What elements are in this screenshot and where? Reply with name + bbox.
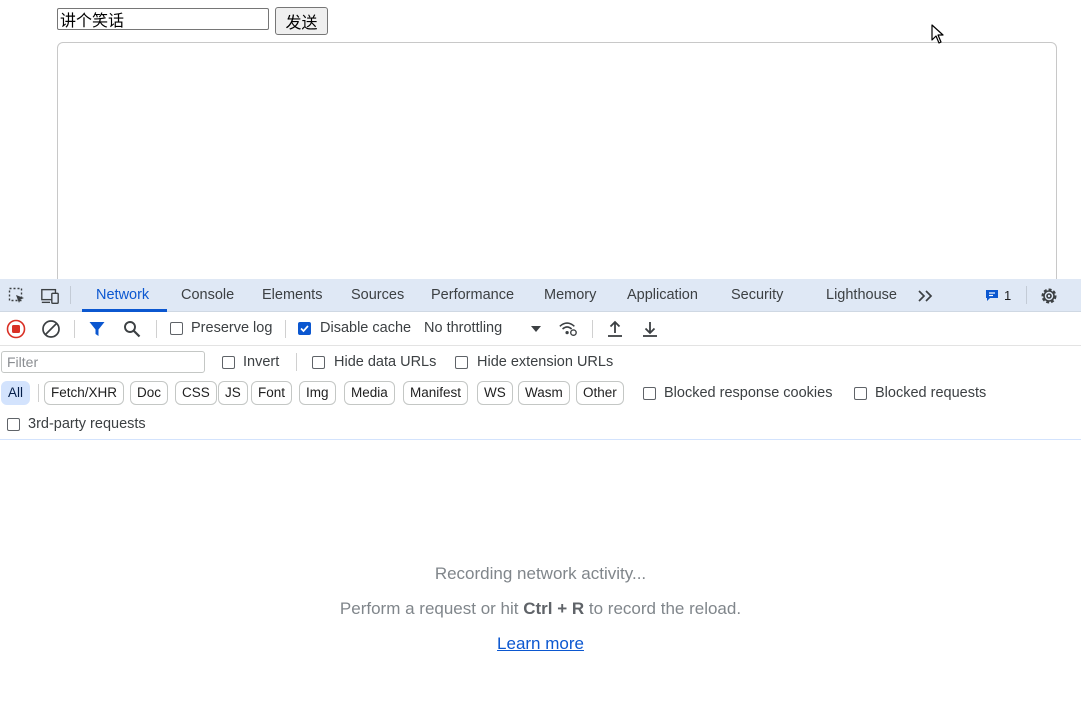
divider xyxy=(1026,286,1027,304)
type-filter-font[interactable]: Font xyxy=(251,381,293,405)
clear-icon[interactable] xyxy=(41,319,61,339)
device-toolbar-icon[interactable] xyxy=(40,286,60,306)
third-party-requests-checkbox[interactable] xyxy=(7,418,20,431)
issues-icon xyxy=(986,290,998,301)
stop-recording-icon[interactable] xyxy=(6,319,26,339)
network-conditions-icon[interactable] xyxy=(558,319,578,339)
disable-cache-checkbox[interactable] xyxy=(298,322,311,335)
tab-elements[interactable]: Elements xyxy=(262,279,322,312)
inspect-element-icon[interactable] xyxy=(7,286,27,306)
type-filter-fetch-xhr[interactable]: Fetch/XHR xyxy=(44,381,125,405)
search-icon[interactable] xyxy=(122,319,142,339)
recording-message: Recording network activity... xyxy=(434,564,647,583)
type-filter-doc[interactable]: Doc xyxy=(130,381,169,405)
tab-console[interactable]: Console xyxy=(181,279,234,312)
devtools-tab-bar: Network Console Elements Sources Perform… xyxy=(0,279,1081,312)
import-har-icon[interactable] xyxy=(605,319,625,339)
hide-extension-urls-checkbox[interactable] xyxy=(455,356,468,369)
send-button[interactable]: 发送 xyxy=(275,7,328,35)
divider xyxy=(38,384,39,402)
filter-icon[interactable] xyxy=(87,319,107,339)
tab-sources[interactable]: Sources xyxy=(351,279,404,312)
type-filter-other[interactable]: Other xyxy=(576,381,624,405)
divider xyxy=(74,320,75,338)
tab-security[interactable]: Security xyxy=(731,279,783,312)
hide-data-urls-checkbox[interactable] xyxy=(312,356,325,369)
response-output-box xyxy=(57,42,1057,279)
blocked-response-cookies-checkbox[interactable] xyxy=(643,387,656,400)
type-filter-ws[interactable]: WS xyxy=(477,381,513,405)
network-toolbar: Preserve log Disable cache No throttling xyxy=(0,312,1081,346)
invert-checkbox[interactable] xyxy=(222,356,235,369)
blocked-requests-checkbox[interactable] xyxy=(854,387,867,400)
reload-hint: Perform a request or hit Ctrl + R to rec… xyxy=(0,599,1081,619)
hide-data-urls-label: Hide data URLs xyxy=(334,354,437,370)
type-filter-css[interactable]: CSS xyxy=(175,381,217,405)
more-tabs-icon[interactable] xyxy=(916,286,936,306)
hide-extension-urls-label: Hide extension URLs xyxy=(477,354,614,370)
type-filter-manifest[interactable]: Manifest xyxy=(403,381,469,405)
mouse-cursor-icon xyxy=(931,24,944,44)
type-filter-js[interactable]: JS xyxy=(218,381,248,405)
message-input[interactable] xyxy=(57,8,269,30)
export-har-icon[interactable] xyxy=(640,319,660,339)
tab-network[interactable]: Network xyxy=(96,279,149,312)
type-filter-media[interactable]: Media xyxy=(344,381,395,405)
dropdown-arrow-icon[interactable] xyxy=(526,319,546,339)
settings-gear-icon[interactable] xyxy=(1039,286,1059,306)
network-empty-state: Recording network activity... Perform a … xyxy=(0,440,1081,721)
type-filter-img[interactable]: Img xyxy=(299,381,336,405)
throttling-select[interactable]: No throttling xyxy=(424,320,502,336)
blocked-response-cookies-label: Blocked response cookies xyxy=(664,385,833,401)
disable-cache-label: Disable cache xyxy=(320,320,412,336)
learn-more-link[interactable]: Learn more xyxy=(497,634,584,653)
reload-hint-suffix: to record the reload. xyxy=(588,599,742,618)
page-content: 发送 xyxy=(0,0,1081,279)
invert-label: Invert xyxy=(243,354,280,370)
blocked-requests-label: Blocked requests xyxy=(875,385,987,401)
preserve-log-label: Preserve log xyxy=(191,320,273,336)
tab-lighthouse[interactable]: Lighthouse xyxy=(826,279,897,312)
devtools-panel: Network Console Elements Sources Perform… xyxy=(0,279,1081,721)
divider xyxy=(592,320,593,338)
divider xyxy=(285,320,286,338)
third-party-requests-label: 3rd-party requests xyxy=(28,416,146,432)
issues-badge[interactable]: 1 xyxy=(985,288,1011,303)
preserve-log-checkbox[interactable] xyxy=(170,322,183,335)
type-filter-wasm[interactable]: Wasm xyxy=(518,381,570,405)
reload-hint-prefix: Perform a request or hit xyxy=(339,599,519,618)
filter-bar: Invert Hide data URLs Hide extension URL… xyxy=(0,346,1081,440)
tab-application[interactable]: Application xyxy=(627,279,698,312)
reload-shortcut: Ctrl + R xyxy=(523,599,585,618)
tab-memory[interactable]: Memory xyxy=(544,279,596,312)
divider xyxy=(296,353,297,371)
issues-count: 1 xyxy=(1004,288,1012,303)
divider xyxy=(70,286,71,304)
tab-performance[interactable]: Performance xyxy=(431,279,514,312)
divider xyxy=(156,320,157,338)
filter-input[interactable] xyxy=(1,351,205,373)
type-filter-all[interactable]: All xyxy=(1,381,31,405)
